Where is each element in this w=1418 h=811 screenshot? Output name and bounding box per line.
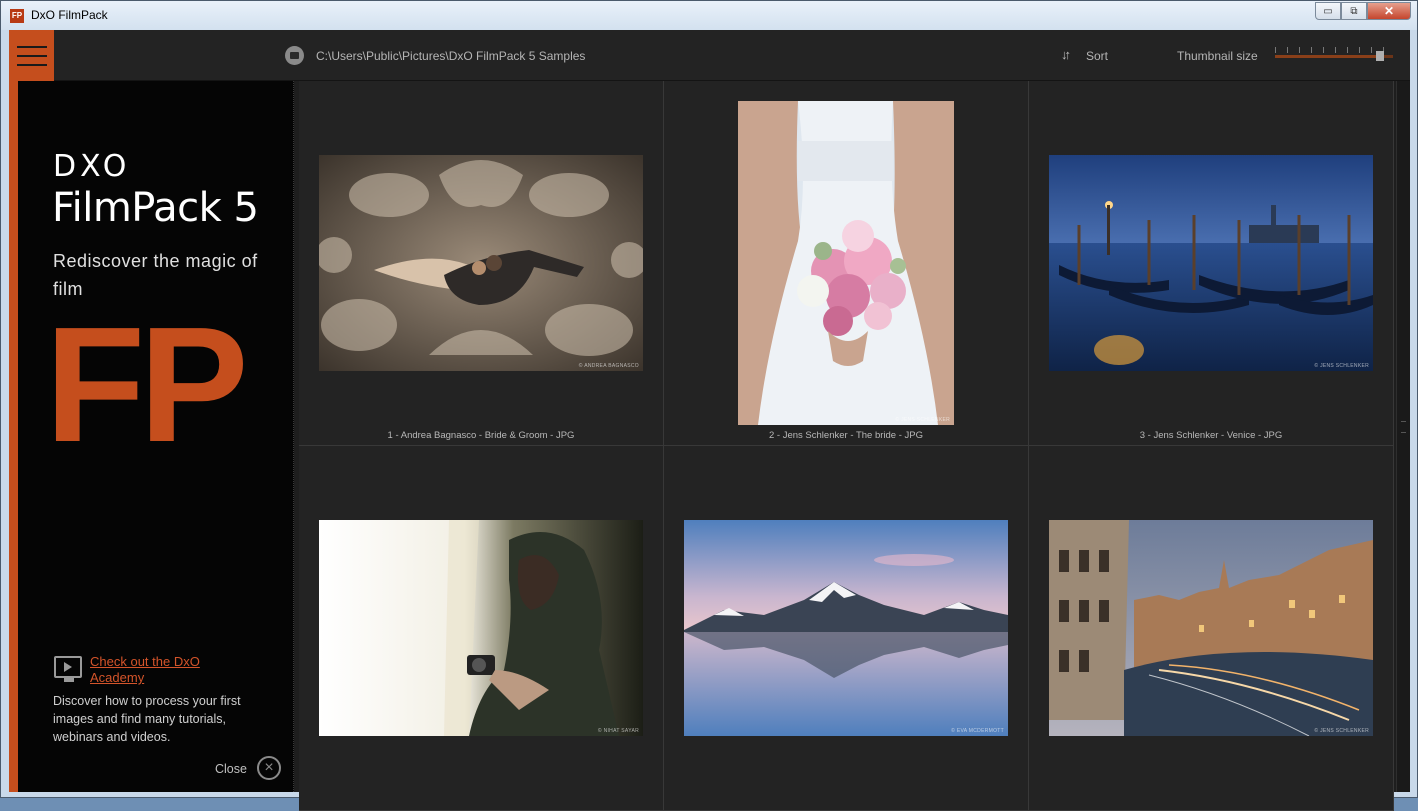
photo-bride-groom[interactable]: © ANDREA BAGNASCO — [319, 155, 643, 371]
thumbnail-caption: 1 - Andrea Bagnasco - Bride & Groom - JP… — [387, 430, 575, 441]
dxo-academy-link[interactable]: Check out the DxO Academy — [90, 654, 240, 686]
app-window: FP DxO FilmPack ▭ ⧉ ✕ C:\Users\Public\Pi… — [0, 0, 1418, 811]
sort-button[interactable]: Sort — [1086, 49, 1108, 63]
folder-browse-icon[interactable] — [285, 46, 304, 65]
thumbnail-grid: © ANDREA BAGNASCO 1 - Andrea Bagnasco - … — [299, 81, 1395, 811]
window-controls: ▭ ⧉ ✕ — [1315, 2, 1411, 20]
close-sidebar-label[interactable]: Close — [215, 762, 247, 776]
academy-description: Discover how to process your first image… — [53, 694, 241, 744]
scroll-grip-icon[interactable] — [1401, 421, 1406, 433]
top-toolbar: C:\Users\Public\Pictures\DxO FilmPack 5 … — [9, 30, 1410, 81]
welcome-sidebar: DXO FilmPack 5 Rediscover the magic of f… — [18, 81, 294, 792]
slider-handle[interactable] — [1376, 51, 1384, 61]
product-name: FilmPack 5 — [52, 185, 259, 231]
photo-mountain-lake[interactable]: © EVA MCDERMOTT — [684, 520, 1008, 736]
minimize-button[interactable]: ▭ — [1315, 2, 1341, 20]
menu-line-icon — [16, 63, 47, 66]
photo-watermark: © EVA MCDERMOTT — [951, 728, 1004, 734]
photo-watermark: © JENS SCHLENKER — [1314, 363, 1369, 369]
monitor-stand-icon — [64, 678, 74, 682]
sort-icon[interactable]: ↓↑ — [1061, 48, 1075, 62]
folder-path[interactable]: C:\Users\Public\Pictures\DxO FilmPack 5 … — [316, 49, 585, 63]
slider-fill — [1275, 55, 1380, 58]
thumbnail-cell[interactable]: © JENS SCHLENKER — [1029, 446, 1394, 811]
photo-the-bride[interactable]: © JENS SCHLENKER — [738, 101, 954, 425]
thumbnail-caption: 3 - Jens Schlenker - Venice - JPG — [1139, 430, 1283, 441]
photo-woman-camera[interactable]: © NIHAT SAYAR — [319, 520, 643, 736]
photo-watermark: © JENS SCHLENKER — [895, 417, 950, 423]
photo-watermark: © ANDREA BAGNASCO — [578, 363, 639, 369]
menu-line-icon — [16, 45, 47, 48]
filmpack-app-icon: FP — [10, 9, 24, 23]
thumbnail-size-label: Thumbnail size — [1177, 49, 1258, 63]
video-tutorial-icon — [54, 656, 82, 678]
thumbnail-cell[interactable]: © ANDREA BAGNASCO 1 - Andrea Bagnasco - … — [299, 81, 664, 446]
photo-venice-gondolas[interactable]: © JENS SCHLENKER — [1049, 155, 1373, 371]
fp-logo: FP — [45, 293, 249, 476]
close-window-button[interactable]: ✕ — [1367, 2, 1411, 20]
thumbnail-caption: 2 - Jens Schlenker - The bride - JPG — [769, 430, 923, 441]
hamburger-menu-button[interactable] — [9, 30, 54, 81]
vertical-scrollbar[interactable] — [1396, 81, 1410, 792]
photo-venice-canal[interactable]: © JENS SCHLENKER — [1049, 520, 1373, 736]
thumbnail-cell[interactable]: © JENS SCHLENKER 2 - Jens Schlenker - Th… — [664, 81, 1029, 446]
thumbnail-size-slider[interactable] — [1275, 43, 1393, 63]
thumbnail-cell[interactable]: © NIHAT SAYAR — [299, 446, 664, 811]
photo-watermark: © JENS SCHLENKER — [1314, 728, 1369, 734]
thumbnail-cell[interactable]: © EVA MCDERMOTT — [664, 446, 1029, 811]
thumbnail-cell[interactable]: © JENS SCHLENKER 3 - Jens Schlenker - Ve… — [1029, 81, 1394, 446]
photo-watermark: © NIHAT SAYAR — [597, 728, 639, 734]
window-title: DxO FilmPack — [31, 8, 108, 22]
dxo-logo: DXO — [53, 149, 131, 184]
menu-line-icon — [16, 54, 47, 57]
title-bar: FP DxO FilmPack ▭ ⧉ ✕ — [1, 1, 1417, 30]
close-circle-icon[interactable]: × — [257, 756, 281, 780]
restore-button[interactable]: ⧉ — [1341, 2, 1367, 20]
accent-strip — [9, 81, 18, 792]
app-client-area: C:\Users\Public\Pictures\DxO FilmPack 5 … — [9, 30, 1410, 811]
